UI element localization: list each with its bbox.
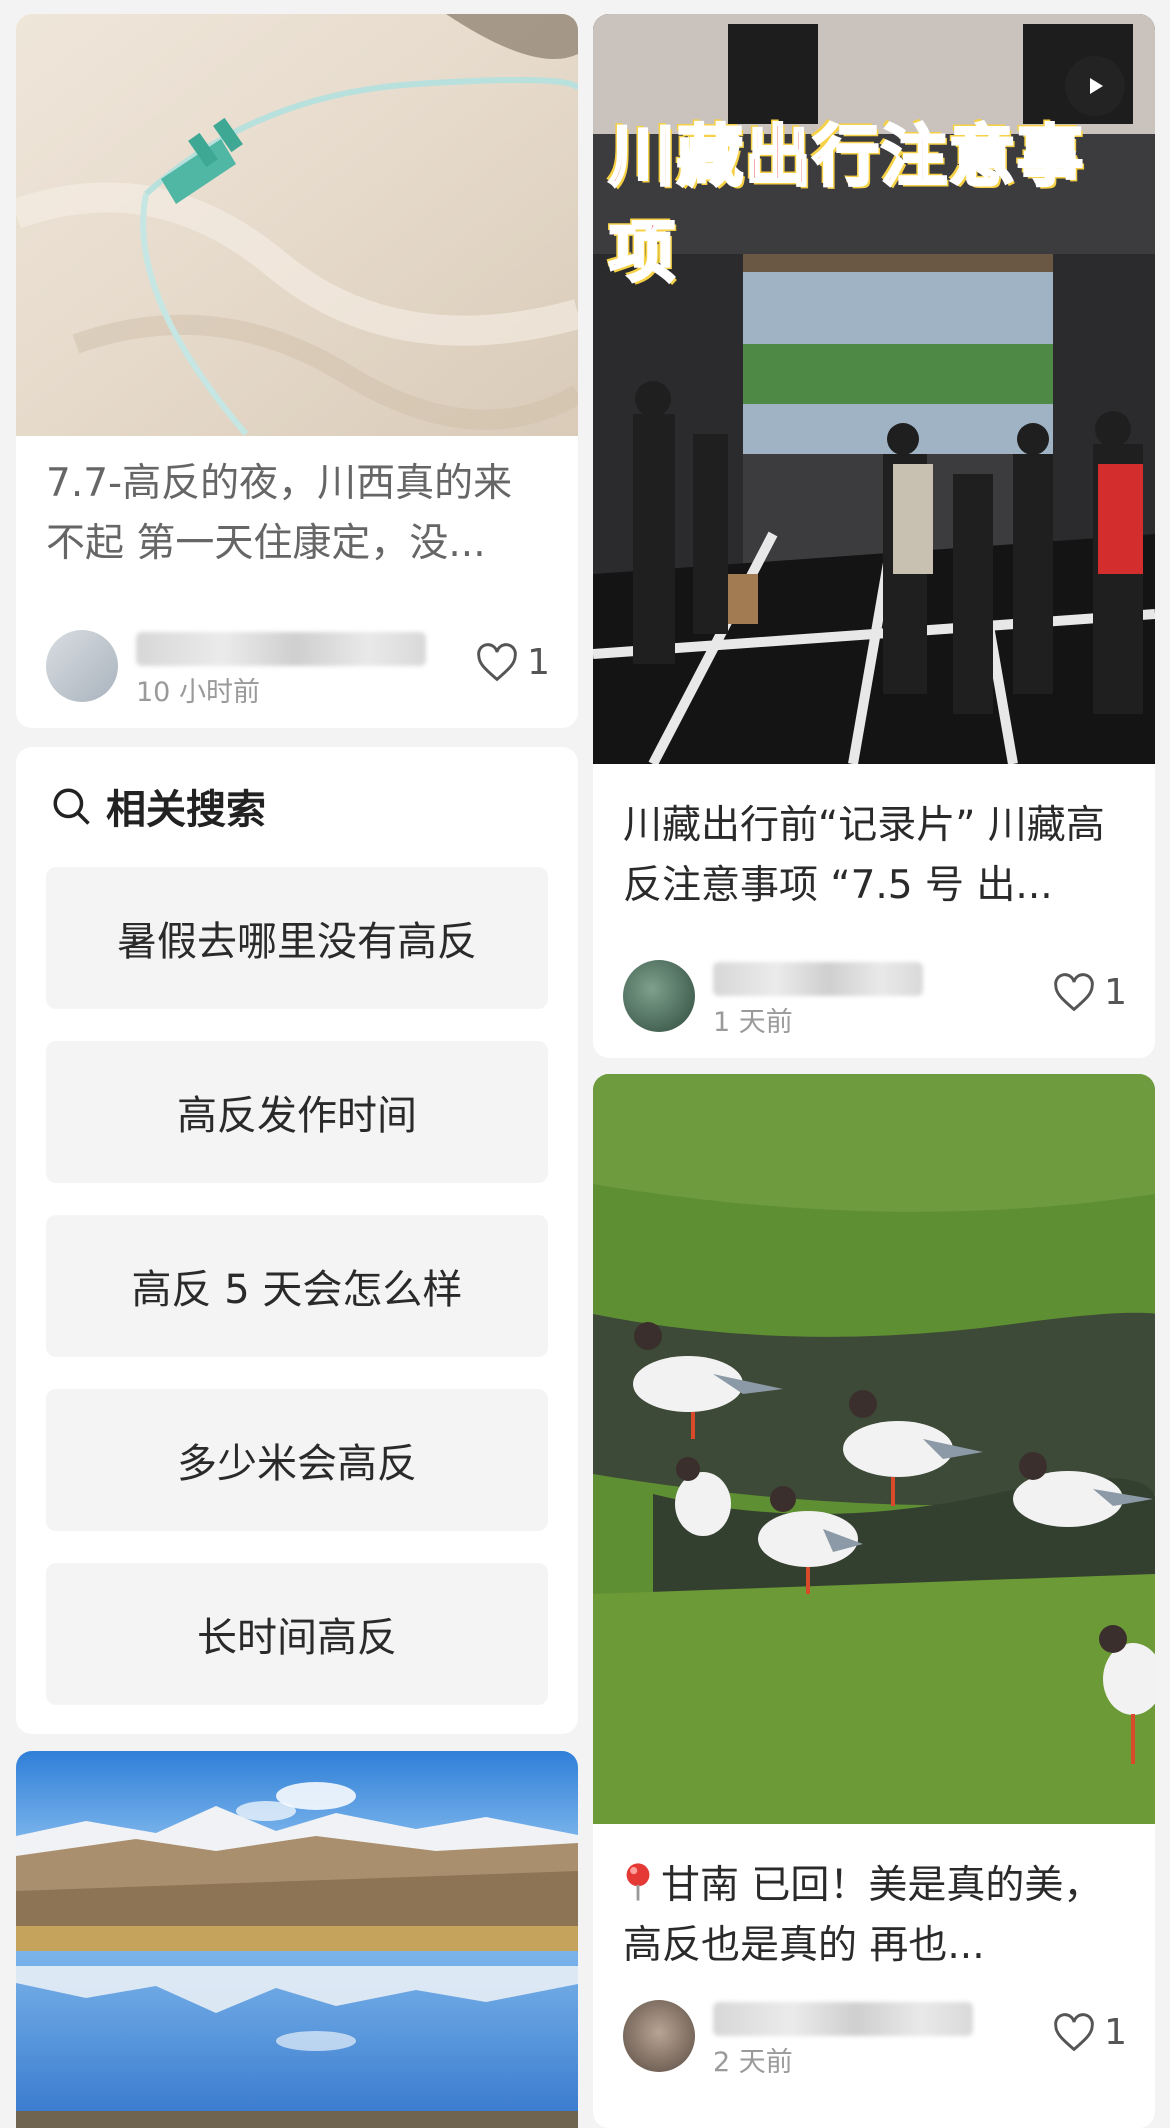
note-title[interactable]: 甘南 已回！美是真的美，高反也是真的 再也... [623, 1856, 1127, 1976]
heart-icon [1054, 972, 1094, 1011]
video-banner-text: 川藏出行注意事项 [608, 117, 1085, 293]
avatar[interactable] [46, 630, 118, 702]
search-icon [53, 788, 90, 825]
play-icon[interactable] [1065, 56, 1125, 116]
heart-icon [477, 642, 517, 681]
related-search-item[interactable]: 高反 5 天会怎么样 [46, 1215, 548, 1357]
related-search-item[interactable]: 高反发作时间 [46, 1041, 548, 1183]
author-name-blurred[interactable] [136, 632, 426, 666]
note-cover-image[interactable] [593, 1074, 1155, 1824]
related-search-item[interactable]: 暑假去哪里没有高反 [46, 867, 548, 1009]
location-pin-icon [626, 1863, 650, 1901]
avatar[interactable] [623, 960, 695, 1032]
note-title[interactable]: 7.7-高反的夜，川西真的来不起 第一天住康定，没... [46, 454, 550, 574]
avatar[interactable] [623, 2000, 695, 2072]
note-cover-image[interactable]: 川藏出行注意事项 [593, 14, 1155, 764]
note-card[interactable]: 7.7-高反的夜，川西真的来不起 第一天住康定，没... 10 小时前 1 [16, 14, 578, 728]
like-count: 1 [1104, 2012, 1127, 2053]
note-card[interactable] [16, 1751, 578, 2128]
related-search-item[interactable]: 长时间高反 [46, 1563, 548, 1705]
author-name-blurred[interactable] [713, 2002, 973, 2036]
author-name-blurred[interactable] [713, 962, 923, 996]
note-card[interactable]: 甘南 已回！美是真的美，高反也是真的 再也... 2 天前 1 [593, 1074, 1155, 2128]
snow-mountain-lake-photo [16, 1751, 578, 2128]
related-search-panel: 相关搜索 暑假去哪里没有高反 高反发作时间 高反 5 天会怎么样 多少米会高反 … [16, 747, 578, 1734]
related-search-title: 相关搜索 [106, 787, 266, 833]
post-time: 1 天前 [713, 1007, 793, 1038]
like-button[interactable]: 1 [1052, 2012, 1127, 2053]
post-time: 10 小时前 [136, 677, 260, 708]
like-button[interactable]: 1 [1052, 972, 1127, 1013]
seagulls-grassland-photo [593, 1074, 1155, 1824]
heart-icon [1054, 2012, 1094, 2051]
related-search-header: 相关搜索 [50, 777, 266, 835]
note-cover-image[interactable] [16, 1751, 578, 2128]
like-count: 1 [527, 642, 550, 683]
note-card[interactable]: 川藏出行注意事项 川藏出行前“记录片” 川藏高反注意事项 “7.5 号 出...… [593, 14, 1155, 1058]
oxygen-tube-photo [16, 14, 578, 436]
related-search-item[interactable]: 多少米会高反 [46, 1389, 548, 1531]
post-time: 2 天前 [713, 2047, 793, 2078]
note-title[interactable]: 川藏出行前“记录片” 川藏高反注意事项 “7.5 号 出... [623, 796, 1127, 916]
like-button[interactable]: 1 [475, 642, 550, 683]
note-cover-image[interactable] [16, 14, 578, 436]
like-count: 1 [1104, 972, 1127, 1013]
note-title-text: 甘南 已回！美是真的美，高反也是真的 再也... [623, 1863, 1103, 1968]
